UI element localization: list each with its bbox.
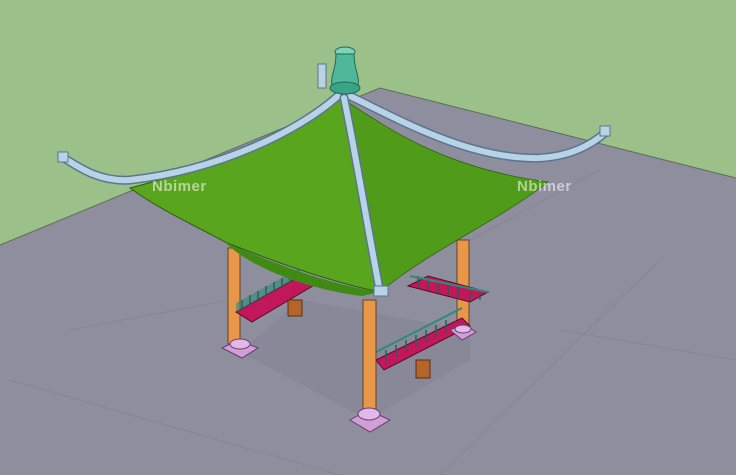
model-viewport[interactable]: Nbimer Nbimer (0, 0, 736, 475)
front-columns (362, 299, 377, 413)
pavilion-scene (0, 0, 736, 475)
